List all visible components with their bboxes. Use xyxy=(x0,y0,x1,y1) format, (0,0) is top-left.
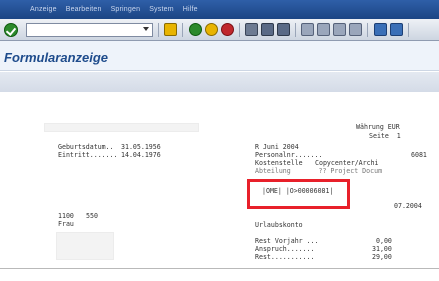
currency-label: Währung EUR xyxy=(356,123,400,131)
toolbar-separator xyxy=(239,23,240,37)
toolbar-separator xyxy=(182,23,183,37)
save-icon[interactable] xyxy=(164,23,177,36)
command-dropdown-icon[interactable] xyxy=(143,27,149,31)
vacation-header: Urlaubskonto xyxy=(255,221,303,229)
salutation: Frau xyxy=(58,220,74,228)
cancel-icon[interactable] xyxy=(221,23,234,36)
toolbar-separator xyxy=(158,23,159,37)
menu-anzeige[interactable]: Anzeige xyxy=(30,6,57,13)
birth-date-value: 31.05.1956 xyxy=(121,143,161,151)
code-1: 1100 xyxy=(58,212,74,220)
shortcut-icon[interactable] xyxy=(390,23,403,36)
cost-center-value: Copycenter/Archi xyxy=(315,159,379,167)
date-fragment: 07.2004 xyxy=(394,202,422,210)
menu-system[interactable]: System xyxy=(149,6,174,13)
menu-springen[interactable]: Springen xyxy=(111,6,141,13)
entry-date-label: Eintritt....... xyxy=(58,151,118,159)
toolbar-separator xyxy=(408,23,409,37)
page-number: Seite 1 xyxy=(369,132,401,140)
back-icon[interactable] xyxy=(189,23,202,36)
rest-prev-year-value: 0,00 xyxy=(376,237,392,245)
department-line: Abteilung ?? Project Docum xyxy=(255,167,383,175)
new-session-icon[interactable] xyxy=(374,23,387,36)
menu-bearbeiten[interactable]: Bearbeiten xyxy=(66,6,102,13)
rest-label: Rest........... xyxy=(255,253,315,261)
toolbar-separator xyxy=(367,23,368,37)
entry-date-value: 14.04.1976 xyxy=(121,151,161,159)
entitlement-label: Anspruch....... xyxy=(255,245,315,253)
rest-prev-year-label: Rest Vorjahr ... xyxy=(255,237,319,245)
application-toolbar xyxy=(0,72,439,92)
command-field[interactable] xyxy=(26,23,153,37)
highlight-rectangle xyxy=(247,179,350,209)
personnel-number-label: Personalnr....... xyxy=(255,151,323,159)
last-page-icon[interactable] xyxy=(349,23,362,36)
redacted-name-box xyxy=(44,123,199,132)
redacted-address-box xyxy=(56,232,114,260)
personnel-number-value: 6081 xyxy=(411,151,427,159)
prev-page-icon[interactable] xyxy=(317,23,330,36)
standard-toolbar xyxy=(0,19,439,41)
entitlement-value: 31,00 xyxy=(372,245,392,253)
bottom-divider xyxy=(0,268,439,269)
period-label: R Juni 2004 xyxy=(255,143,299,151)
first-page-icon[interactable] xyxy=(301,23,314,36)
exit-icon[interactable] xyxy=(205,23,218,36)
find-icon[interactable] xyxy=(261,23,274,36)
cost-center-label: Kostenstelle xyxy=(255,159,303,167)
next-page-icon[interactable] xyxy=(333,23,346,36)
menu-hilfe[interactable]: Hilfe xyxy=(183,6,198,13)
page-title: Formularanzeige xyxy=(4,50,109,65)
birth-date-label: Geburtsdatum.. xyxy=(58,143,114,151)
rest-value: 29,00 xyxy=(372,253,392,261)
find-next-icon[interactable] xyxy=(277,23,290,36)
menu-bar: Anzeige Bearbeiten Springen System Hilfe xyxy=(0,0,439,19)
toolbar-separator xyxy=(295,23,296,37)
code-2: 550 xyxy=(86,212,98,220)
enter-icon[interactable] xyxy=(4,23,18,37)
print-icon[interactable] xyxy=(245,23,258,36)
